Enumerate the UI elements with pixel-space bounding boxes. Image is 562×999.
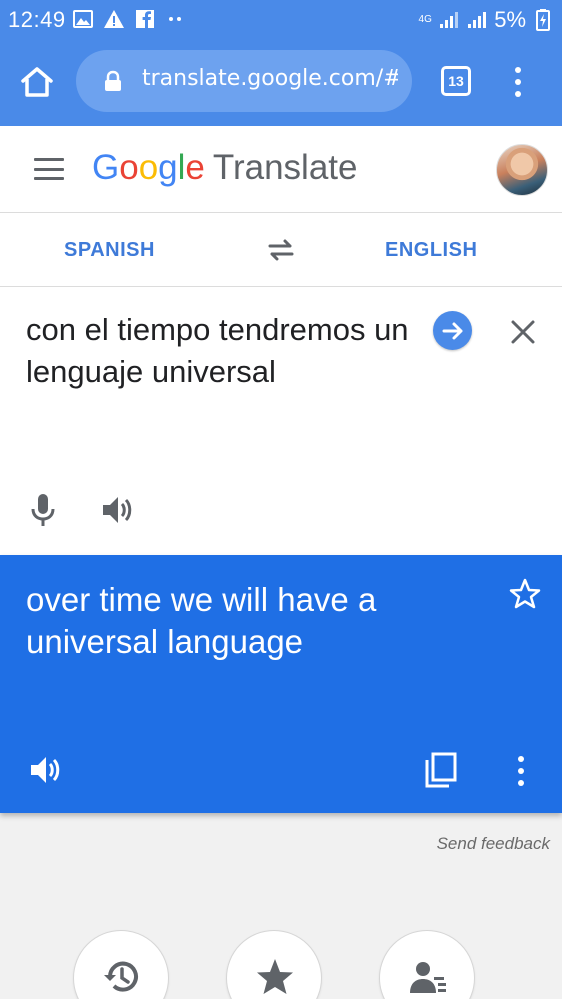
notification-icons <box>72 8 187 30</box>
language-bar: SPANISH ENGLISH <box>0 213 562 287</box>
google-translate-logo: Google Translate <box>92 148 358 188</box>
more-vert-dot <box>518 780 524 786</box>
result-more-button[interactable] <box>508 753 534 789</box>
logo-letter: G <box>92 148 120 187</box>
account-avatar[interactable] <box>496 144 548 196</box>
system-icons: 4G 5% <box>418 7 554 33</box>
status-bar: 12:49 4G 5% <box>0 0 562 38</box>
menu-line <box>34 167 64 171</box>
copy-icon[interactable] <box>423 751 459 789</box>
logo-letter: o <box>119 148 139 187</box>
screen: 12:49 4G 5% translate.google.com/#v 13 G… <box>0 0 562 999</box>
star-icon[interactable] <box>508 577 542 611</box>
status-time: 12:49 <box>8 7 66 32</box>
source-text-input[interactable]: con el tiempo tendremos un lenguaje univ… <box>26 309 416 393</box>
signal-icon-2 <box>466 9 488 31</box>
translation-text: over time we will have a universal langu… <box>26 581 377 660</box>
app-header: Google Translate <box>0 126 562 213</box>
home-button[interactable] <box>16 61 58 103</box>
close-icon[interactable] <box>508 317 538 347</box>
more-vert-icon <box>518 756 524 762</box>
swap-languages-icon[interactable] <box>266 235 296 265</box>
tab-count: 13 <box>448 73 464 89</box>
url-text: translate.google.com/#v <box>142 66 398 91</box>
logo-letter: o <box>138 148 159 187</box>
target-language-button[interactable]: ENGLISH <box>385 239 477 262</box>
tab-switcher-button[interactable]: 13 <box>441 66 471 96</box>
menu-line <box>34 158 64 161</box>
battery-charging-icon <box>532 9 554 31</box>
more-vert-icon <box>515 67 521 73</box>
lock-icon <box>105 70 121 91</box>
browser-menu-button[interactable] <box>505 62 531 102</box>
more-vert-dot <box>515 79 521 85</box>
translate-button[interactable] <box>433 311 472 350</box>
volume-icon[interactable] <box>100 493 136 527</box>
gallery-notification-icon <box>72 8 94 30</box>
source-input-panel[interactable]: con el tiempo tendremos un lenguaje univ… <box>0 287 562 555</box>
home-icon <box>21 67 53 97</box>
community-icon <box>410 962 446 993</box>
history-icon <box>104 961 138 992</box>
translation-result-card: over time we will have a universal langu… <box>0 555 562 813</box>
signal-icon <box>438 9 460 31</box>
network-type-label: 4G <box>418 14 432 25</box>
more-vert-dot <box>518 768 524 774</box>
facebook-notification-icon <box>134 8 156 30</box>
menu-icon[interactable] <box>34 158 64 180</box>
saved-button[interactable] <box>226 930 322 999</box>
mic-icon[interactable] <box>28 493 58 527</box>
volume-icon[interactable] <box>28 753 64 787</box>
community-button[interactable] <box>379 930 475 999</box>
logo-letter: e <box>185 148 205 187</box>
battery-percentage: 5% <box>494 7 526 32</box>
source-language-button[interactable]: SPANISH <box>64 239 155 262</box>
send-feedback-link[interactable]: Send feedback <box>437 834 550 854</box>
arrow-forward-icon <box>442 322 462 339</box>
product-name: Translate <box>212 148 358 187</box>
logo-letter: g <box>158 148 178 187</box>
warning-notification-icon <box>103 8 125 30</box>
history-button[interactable] <box>73 930 169 999</box>
saved-star-icon <box>257 959 293 994</box>
address-bar[interactable]: translate.google.com/#v <box>76 50 412 112</box>
more-notifications-icon <box>165 8 187 30</box>
more-vert-dot <box>515 91 521 97</box>
browser-toolbar: translate.google.com/#v 13 <box>0 38 562 126</box>
menu-line <box>34 177 64 180</box>
